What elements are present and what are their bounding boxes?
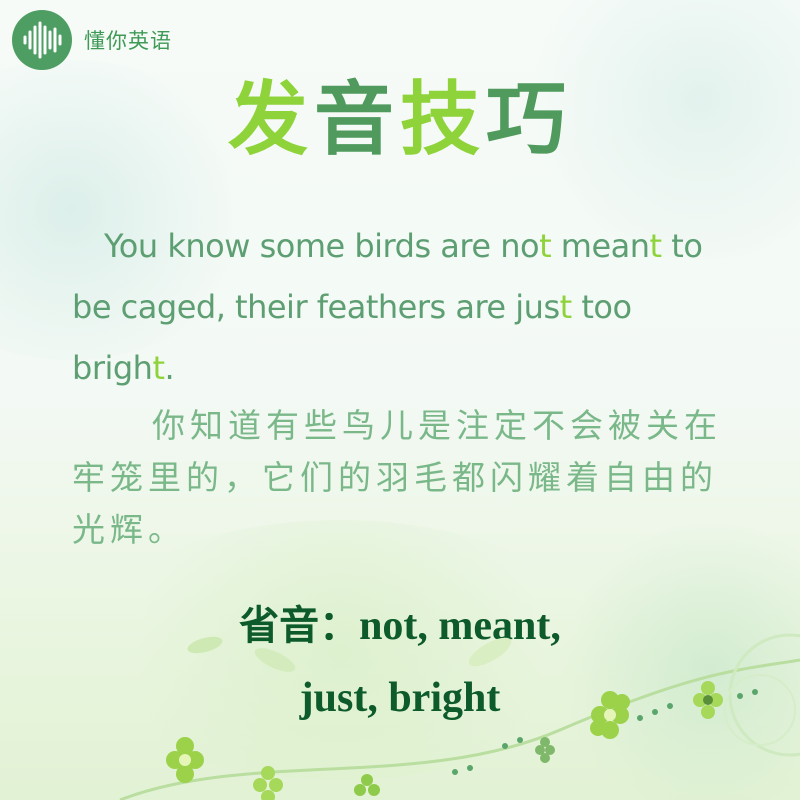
lesson-card: 懂你英语 发音技巧 You know some birds are not me…	[0, 0, 800, 800]
title-char: 技	[400, 73, 486, 166]
brand-name: 懂你英语	[84, 29, 172, 53]
page-title: 发音技巧	[0, 74, 800, 166]
title-char: 音	[314, 73, 400, 166]
flower-vine-decoration	[119, 633, 800, 800]
sound-wave-icon	[12, 10, 72, 70]
translation-text: 你知道有些鸟儿是注定不会被关在牢笼里的，它们的羽毛都闪耀着自由的光辉。	[72, 406, 722, 549]
flower-icon	[166, 737, 204, 783]
elided-letter: t	[539, 227, 552, 265]
elided-letter: t	[559, 288, 573, 326]
flower-icon	[693, 681, 723, 719]
flower-icon	[354, 774, 380, 796]
sentence-text: .	[164, 349, 175, 387]
sentence-text: You know some birds are no	[104, 227, 540, 265]
flower-icon	[590, 691, 630, 739]
chinese-translation: 你知道有些鸟儿是注定不会被关在牢笼里的，它们的羽毛都闪耀着自由的光辉。	[72, 400, 732, 556]
brand-logo: 懂你英语	[12, 10, 172, 70]
title-char: 巧	[486, 73, 572, 166]
english-sentence: You know some birds are not meant to be …	[72, 216, 736, 399]
flower-icon	[535, 737, 555, 763]
sentence-text: mean	[551, 227, 650, 265]
elided-letter: t	[649, 227, 663, 265]
elided-letter: t	[152, 349, 165, 387]
title-char: 发	[228, 73, 314, 166]
